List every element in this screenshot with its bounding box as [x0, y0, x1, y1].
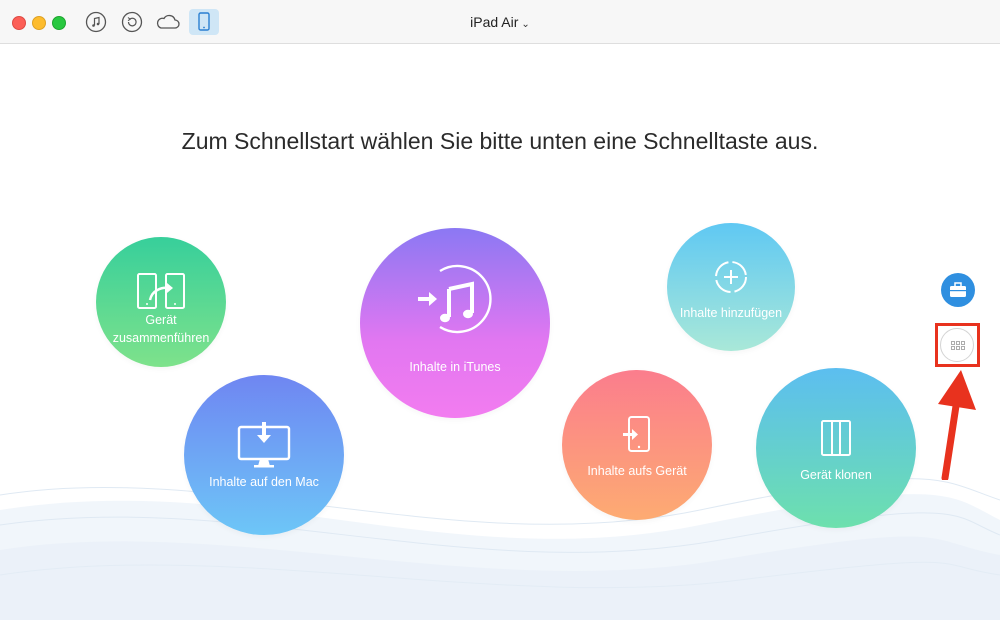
device-name: iPad Air	[470, 14, 519, 30]
clone-device-icon	[821, 420, 851, 456]
device-selector[interactable]: iPad Air ⌄	[0, 14, 1000, 30]
merge-label-line1: Gerät	[145, 313, 177, 327]
add-content-button[interactable]: Inhalte hinzufügen	[667, 223, 795, 351]
merge-label-line2: zusammenführen	[112, 331, 210, 345]
toolbox-icon	[950, 282, 966, 297]
add-content-label: Inhalte hinzufügen	[679, 306, 783, 320]
content-to-device-label: Inhalte aufs Gerät	[587, 464, 687, 478]
content-to-mac-label: Inhalte auf den Mac	[209, 475, 319, 489]
content-to-itunes-button[interactable]: Inhalte in iTunes	[360, 228, 550, 418]
chevron-down-icon: ⌄	[521, 19, 530, 30]
mac-monitor-icon	[237, 422, 291, 468]
page-headline: Zum Schnellstart wählen Sie bitte unten …	[181, 128, 819, 154]
merge-device-button[interactable]: Gerät zusammenführen	[96, 237, 226, 367]
highlight-box	[935, 323, 980, 367]
title-bar: iPad Air ⌄	[0, 0, 1000, 44]
content-to-device-button[interactable]: Inhalte aufs Gerät	[562, 370, 712, 520]
itunes-icon	[418, 264, 492, 334]
toolbox-button[interactable]	[941, 273, 975, 307]
content-to-mac-button[interactable]: Inhalte auf den Mac	[184, 375, 344, 535]
add-content-icon	[715, 261, 747, 293]
clone-device-button[interactable]: Gerät klonen	[756, 368, 916, 528]
red-arrow-annotation	[938, 370, 976, 480]
clone-device-label: Gerät klonen	[800, 468, 872, 482]
merge-device-icon	[137, 273, 185, 309]
content-to-itunes-label: Inhalte in iTunes	[409, 360, 501, 374]
content-to-device-icon	[623, 416, 650, 452]
